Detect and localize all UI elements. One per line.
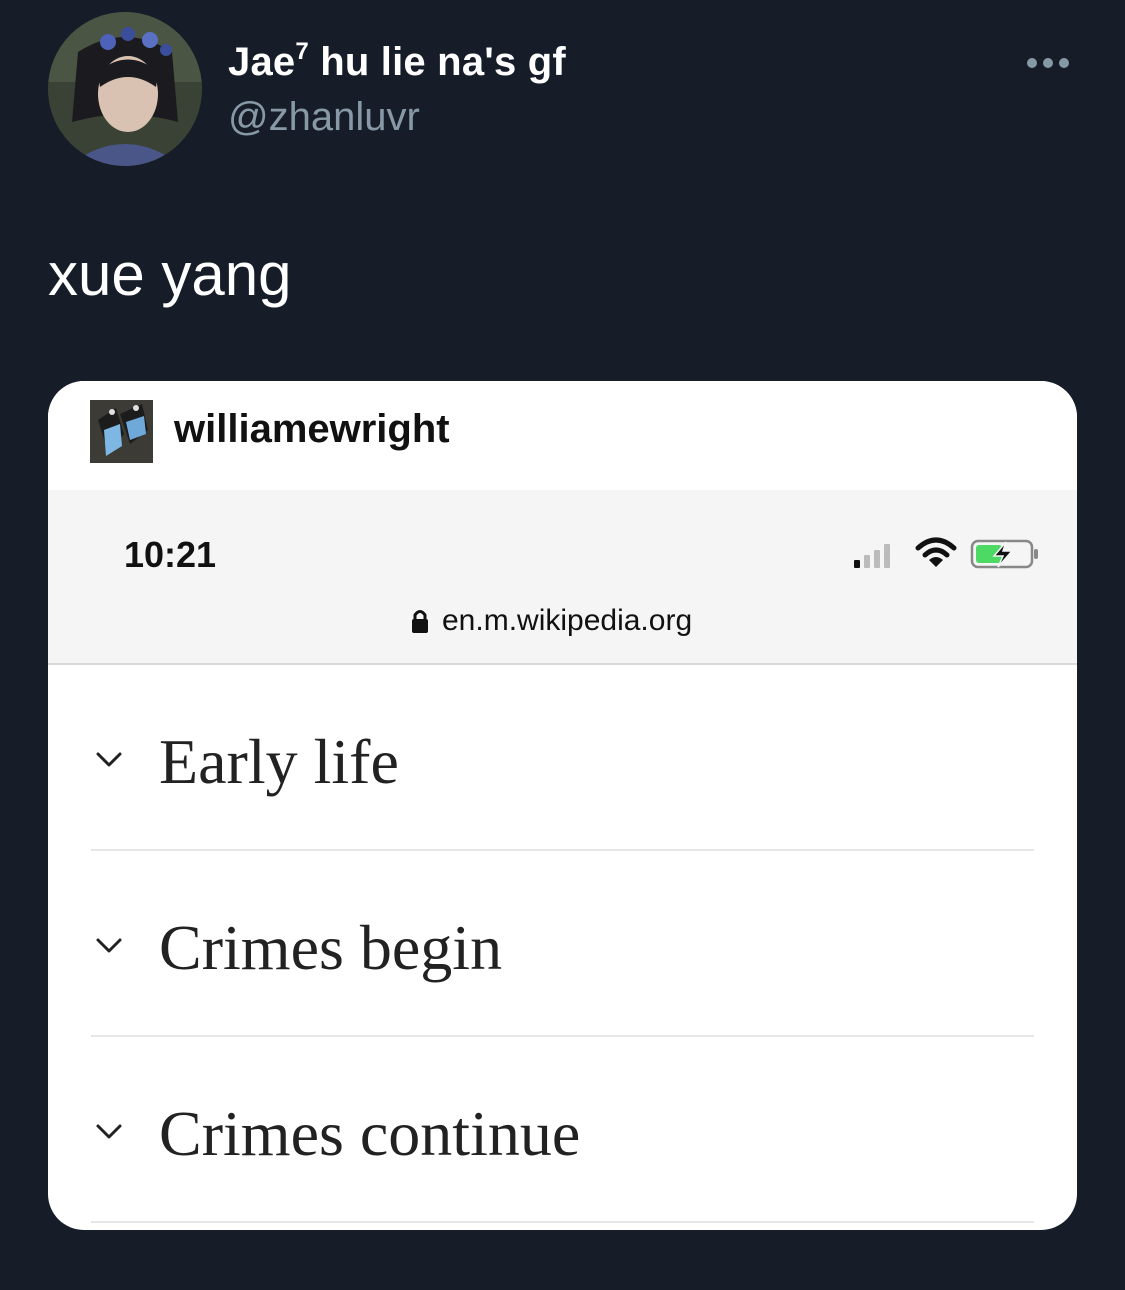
section-title: Early life (159, 726, 399, 797)
section-title: Crimes begin (159, 912, 503, 983)
section-title: Crimes continue (159, 1098, 581, 1169)
avatar-photo (48, 12, 202, 166)
display-name-rest: hu lie na's gf (308, 40, 566, 84)
tweet-page: Jae7 hu lie na's gf @zhanluvr xue yang w… (0, 0, 1125, 1290)
attached-image-card[interactable]: williamewright 10:21 en.m.wikipedia.org … (48, 381, 1077, 1230)
chevron-down-icon (96, 752, 122, 767)
section-early-life[interactable]: Early life (91, 665, 1034, 851)
chevron-down-icon (96, 1124, 122, 1139)
display-name[interactable]: Jae7 hu lie na's gf (228, 38, 566, 85)
user-avatar[interactable] (48, 12, 202, 166)
display-name-main: Jae (228, 40, 296, 84)
wifi-icon (915, 537, 957, 567)
cellular-signal-icon (854, 544, 890, 568)
poster-avatar (90, 400, 153, 463)
status-time: 10:21 (124, 534, 217, 575)
poster-username: williamewright (174, 407, 450, 451)
battery-charging-icon (970, 539, 1038, 569)
tweet-text: xue yang (48, 241, 292, 308)
display-name-superscript: 7 (295, 38, 309, 65)
chevron-down-icon (96, 938, 122, 953)
phone-status-bar: 10:21 en.m.wikipedia.org (48, 490, 1077, 665)
user-handle[interactable]: @zhanluvr (228, 95, 420, 140)
section-crimes-continue[interactable]: Crimes continue (91, 1037, 1034, 1223)
section-crimes-begin[interactable]: Crimes begin (91, 851, 1034, 1037)
poster-avatar-image (90, 400, 153, 463)
more-horizontal-icon[interactable] (1027, 54, 1075, 72)
lock-icon (412, 610, 428, 633)
image-post-header: williamewright (48, 381, 1077, 490)
address-bar-url[interactable]: en.m.wikipedia.org (442, 604, 692, 638)
